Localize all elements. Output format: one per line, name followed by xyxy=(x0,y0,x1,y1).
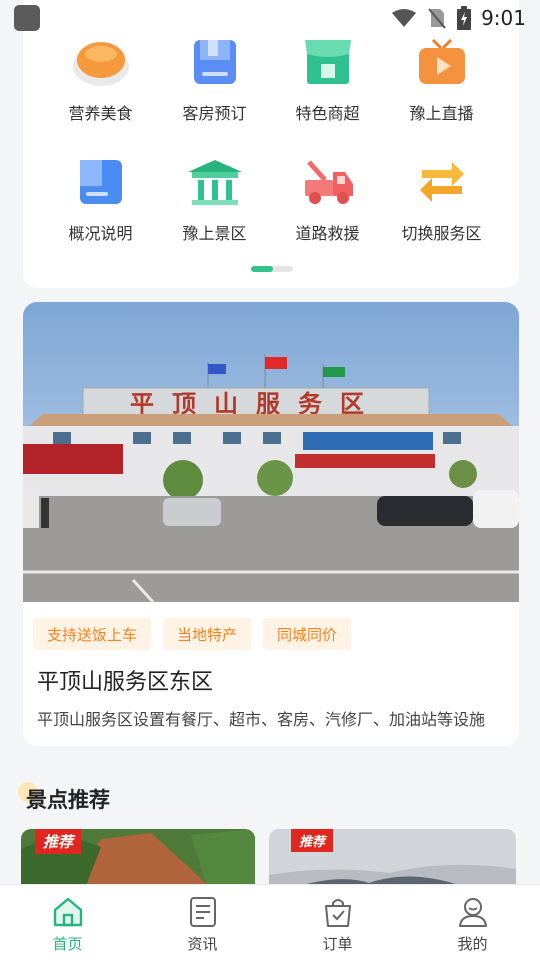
wifi-icon xyxy=(392,9,417,27)
news-icon xyxy=(186,895,220,929)
grid-item-label: 特色商超 xyxy=(295,104,360,123)
grid-item-shop[interactable]: 特色商超 xyxy=(271,36,384,124)
scenic-pavilion-icon xyxy=(184,156,246,208)
tab-label: 首页 xyxy=(52,935,83,953)
no-sim-icon xyxy=(428,8,446,29)
grid-item-label: 客房预订 xyxy=(182,104,247,123)
service-area-title: 平顶山服务区东区 xyxy=(37,670,214,695)
grid-item-scenic[interactable]: 豫上景区 xyxy=(158,156,271,244)
live-tv-icon xyxy=(411,36,473,88)
tab-label: 订单 xyxy=(322,935,353,953)
tab-home[interactable]: 首页 xyxy=(0,885,135,960)
page-indicator xyxy=(251,266,293,272)
grid-item-room-booking[interactable]: 客房预订 xyxy=(158,36,271,124)
grid-item-road-rescue[interactable]: 道路救援 xyxy=(271,156,384,244)
tab-label: 我的 xyxy=(457,935,488,953)
grid-item-overview[interactable]: 概况说明 xyxy=(44,156,157,244)
grid-item-live[interactable]: 豫上直播 xyxy=(385,36,498,124)
tow-truck-icon xyxy=(297,156,359,208)
status-bar: 9:01 xyxy=(0,0,540,36)
service-area-description: 平顶山服务区设置有餐厅、超市、客房、汽修厂、加油站等设施 xyxy=(37,710,486,729)
tag-local-specialty: 当地特产 xyxy=(163,618,252,650)
status-icons: 9:01 xyxy=(391,6,526,30)
profile-icon xyxy=(456,895,490,929)
grid-item-label: 切换服务区 xyxy=(401,224,482,243)
grid-item-label: 概况说明 xyxy=(68,224,133,243)
battery-charging-icon xyxy=(457,6,472,30)
room-booking-icon xyxy=(184,36,246,88)
tag-same-price: 同城同价 xyxy=(263,618,352,650)
recommend-badge: 推荐 xyxy=(291,829,334,852)
app-notification-icon xyxy=(14,5,40,31)
clock: 9:01 xyxy=(481,6,526,30)
shop-icon xyxy=(297,36,359,88)
section-title-recommend: 景点推荐 xyxy=(26,788,110,812)
grid-item-food[interactable]: 营养美食 xyxy=(44,36,157,124)
food-bowl-icon xyxy=(70,36,132,88)
tab-news[interactable]: 资讯 xyxy=(135,885,270,960)
tab-orders[interactable]: 订单 xyxy=(270,885,405,960)
service-area-photo: 平顶山服务区 xyxy=(23,302,519,602)
order-bag-icon xyxy=(321,895,355,929)
tab-profile[interactable]: 我的 xyxy=(405,885,540,960)
grid-item-label: 道路救援 xyxy=(295,224,360,243)
recommend-badge: 推荐 xyxy=(35,829,82,854)
grid-item-label: 豫上直播 xyxy=(409,104,474,123)
grid-item-label: 营养美食 xyxy=(68,104,133,123)
tag-list: 支持送饭上车 当地特产 同城同价 xyxy=(33,618,352,650)
grid-item-switch-area[interactable]: 切换服务区 xyxy=(385,156,498,244)
bottom-tab-bar: 首页 资讯 订单 我的 xyxy=(0,884,540,960)
service-area-card[interactable]: 平顶山服务区 支持送饭上车 当地特产 同城同价 平顶山服务区东区 平顶山服务区设… xyxy=(23,302,519,746)
quick-entry-grid: 营养美食 客房预订 特色商超 豫上直播 概况说明 豫上景区 道路救援 切换服务区 xyxy=(23,0,519,288)
grid-item-label: 豫上景区 xyxy=(182,224,247,243)
home-icon xyxy=(51,895,85,929)
switch-arrows-icon xyxy=(411,156,473,208)
overview-book-icon xyxy=(70,156,132,208)
tag-delivery: 支持送饭上车 xyxy=(33,618,152,650)
service-area-photo-sign: 平顶山服务区 xyxy=(130,390,382,418)
tab-label: 资讯 xyxy=(187,935,218,953)
